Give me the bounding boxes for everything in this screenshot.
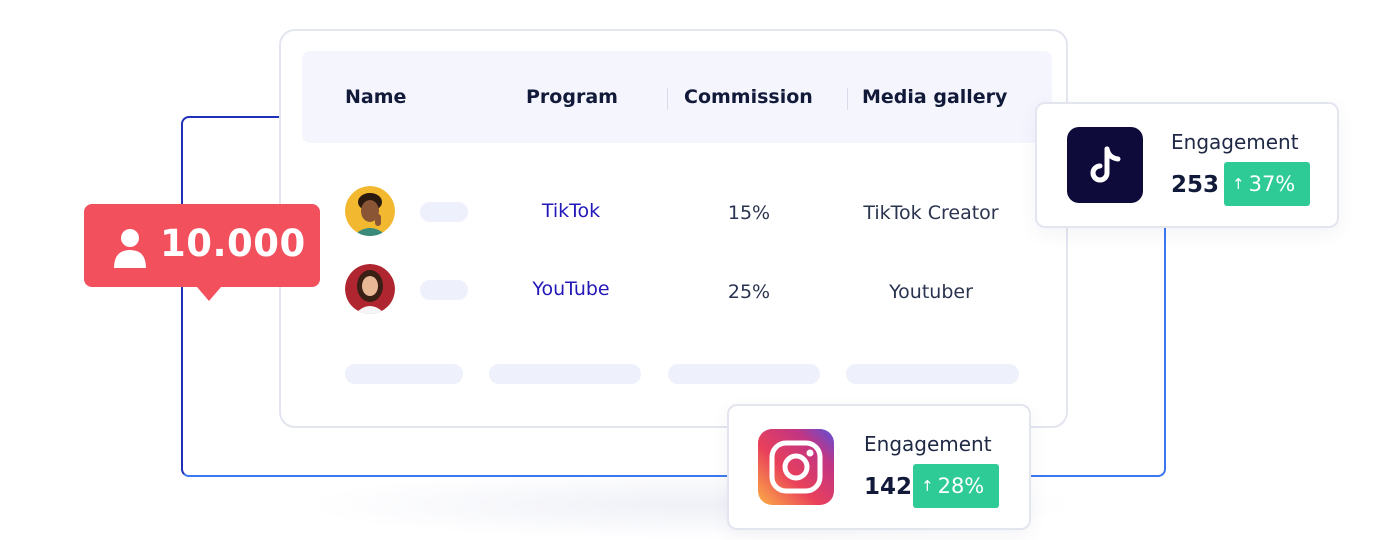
name-placeholder <box>420 202 468 222</box>
engagement-value: 253 <box>1171 172 1220 198</box>
tiktok-icon <box>1067 127 1143 203</box>
instagram-engagement-card[interactable]: Engagement 142 ↑ 28% <box>727 404 1031 530</box>
tiktok-engagement-card[interactable]: Engagement 253 ↑ 37% <box>1035 102 1339 228</box>
header-divider <box>667 88 668 110</box>
engagement-change: 37% <box>1248 172 1296 196</box>
table-cell-program[interactable]: YouTube <box>521 278 621 300</box>
engagement-change: 28% <box>937 474 985 498</box>
engagement-change-badge: ↑ 37% <box>1224 162 1310 206</box>
placeholder-bar <box>345 364 463 384</box>
column-header-program[interactable]: Program <box>526 86 618 108</box>
engagement-value: 142 <box>864 474 913 500</box>
user-icon <box>112 226 152 270</box>
engagement-label: Engagement <box>864 432 992 456</box>
name-placeholder <box>420 280 468 300</box>
arrow-up-icon: ↑ <box>1232 175 1245 193</box>
table-cell-program[interactable]: TikTok <box>521 200 621 222</box>
engagement-label: Engagement <box>1171 130 1299 154</box>
column-header-name[interactable]: Name <box>345 86 406 108</box>
avatar <box>345 186 395 236</box>
column-header-commission[interactable]: Commission <box>684 86 813 108</box>
placeholder-bar <box>846 364 1019 384</box>
followers-count: 10.000 <box>160 222 306 265</box>
affiliates-table-card: Name Program Commission Media gallery Ti… <box>279 29 1068 428</box>
column-header-media-gallery[interactable]: Media gallery <box>862 86 1007 108</box>
avatar <box>345 264 395 314</box>
header-divider <box>847 88 848 110</box>
placeholder-bar <box>489 364 641 384</box>
table-cell-media: TikTok Creator <box>863 202 999 224</box>
instagram-icon <box>758 429 834 505</box>
followers-badge: 10.000 <box>84 204 320 301</box>
placeholder-bar <box>668 364 820 384</box>
table-cell-commission: 15% <box>727 202 771 224</box>
table-cell-media: Youtuber <box>889 281 973 303</box>
engagement-change-badge: ↑ 28% <box>913 464 999 508</box>
table-cell-commission: 25% <box>727 281 771 303</box>
arrow-up-icon: ↑ <box>921 477 934 495</box>
